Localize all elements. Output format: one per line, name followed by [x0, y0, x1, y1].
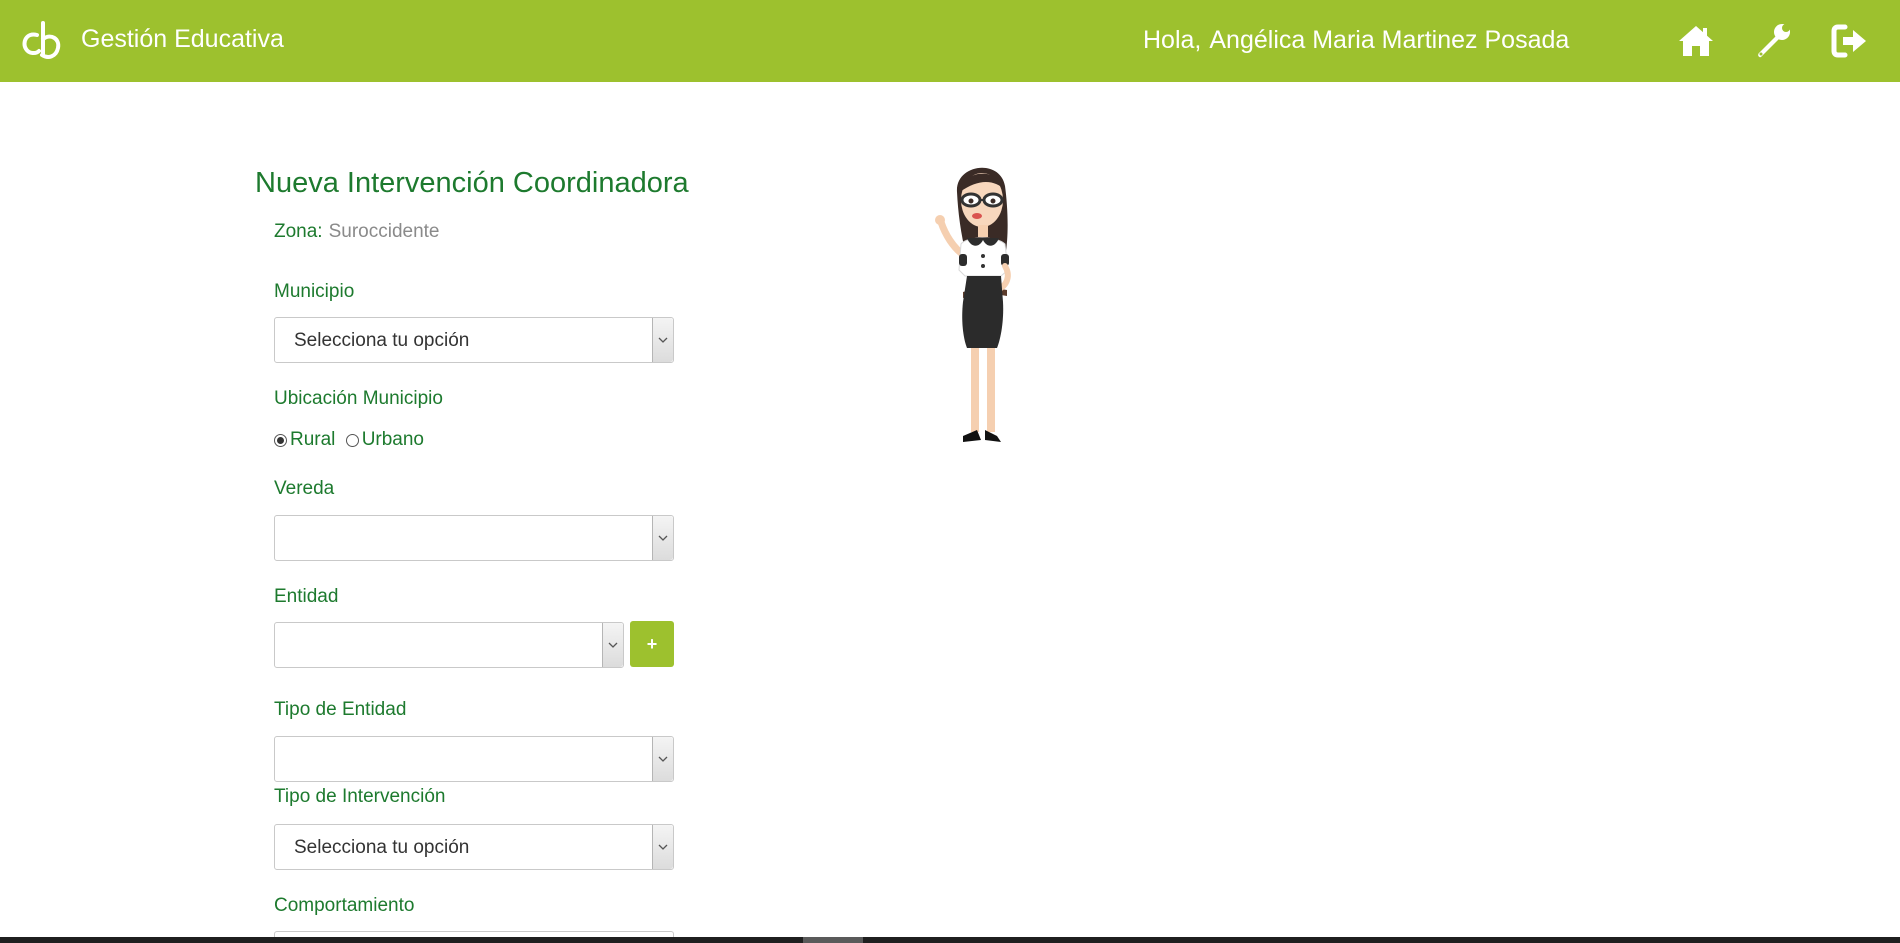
wrench-icon[interactable] — [1753, 21, 1793, 61]
radio-rural-dot[interactable] — [274, 433, 287, 447]
radio-urbano[interactable]: Urbano — [345, 428, 425, 452]
municipio-label: Municipio — [274, 281, 355, 302]
entidad-select[interactable] — [274, 622, 624, 668]
tipo-entidad-label: Tipo de Entidad — [274, 699, 407, 720]
zona-value: Suroccidente — [328, 221, 440, 242]
radio-rural[interactable]: Rural — [274, 428, 335, 452]
chevron-down-icon — [652, 318, 673, 362]
entidad-label: Entidad — [274, 586, 339, 607]
greeting-prefix: Hola, — [1143, 26, 1202, 54]
zona-row: Zona: Suroccidente — [274, 220, 440, 244]
vereda-select[interactable] — [274, 515, 674, 561]
radio-rural-label: Rural — [290, 429, 336, 450]
logout-icon[interactable] — [1830, 21, 1870, 61]
chevron-down-icon — [652, 737, 673, 781]
tipo-intervencion-select-value: Selecciona tu opción — [294, 837, 470, 858]
municipio-select-value: Selecciona tu opción — [294, 330, 470, 351]
tipo-entidad-select[interactable] — [274, 736, 674, 782]
vereda-label: Vereda — [274, 478, 335, 499]
logo-icon[interactable] — [18, 19, 64, 63]
ubicacion-label: Ubicación Municipio — [274, 388, 443, 409]
page-title: Nueva Intervención Coordinadora — [255, 167, 689, 199]
chevron-down-icon — [602, 623, 623, 667]
zona-label: Zona: — [274, 221, 323, 242]
comportamiento-label: Comportamiento — [274, 895, 415, 916]
municipio-select[interactable]: Selecciona tu opción — [274, 317, 674, 363]
ubicacion-radio-group: Rural Urbano — [274, 428, 424, 454]
page: Gestión Educativa Hola, Angélica Maria Ma… — [0, 0, 1900, 943]
tipo-intervencion-select[interactable]: Selecciona tu opción — [274, 824, 674, 870]
horizontal-scrollbar[interactable] — [0, 937, 1900, 943]
radio-urbano-dot[interactable] — [345, 433, 359, 447]
chevron-down-icon — [652, 516, 673, 560]
home-icon[interactable] — [1676, 21, 1716, 61]
greeting: Hola, Angélica Maria Martinez Posada — [1143, 25, 1569, 55]
tipo-intervencion-label: Tipo de Intervención — [274, 786, 446, 807]
scrollbar-thumb[interactable] — [803, 937, 863, 943]
radio-urbano-label: Urbano — [361, 429, 425, 450]
add-entidad-button[interactable]: + — [630, 621, 674, 667]
chevron-down-icon — [652, 825, 673, 869]
user-name: Angélica Maria Martinez Posada — [1209, 26, 1570, 54]
teacher-illustration — [935, 167, 1011, 442]
app-title: Gestión Educativa — [81, 25, 284, 53]
top-header: Gestión Educativa Hola, Angélica Maria Ma… — [0, 0, 1900, 82]
